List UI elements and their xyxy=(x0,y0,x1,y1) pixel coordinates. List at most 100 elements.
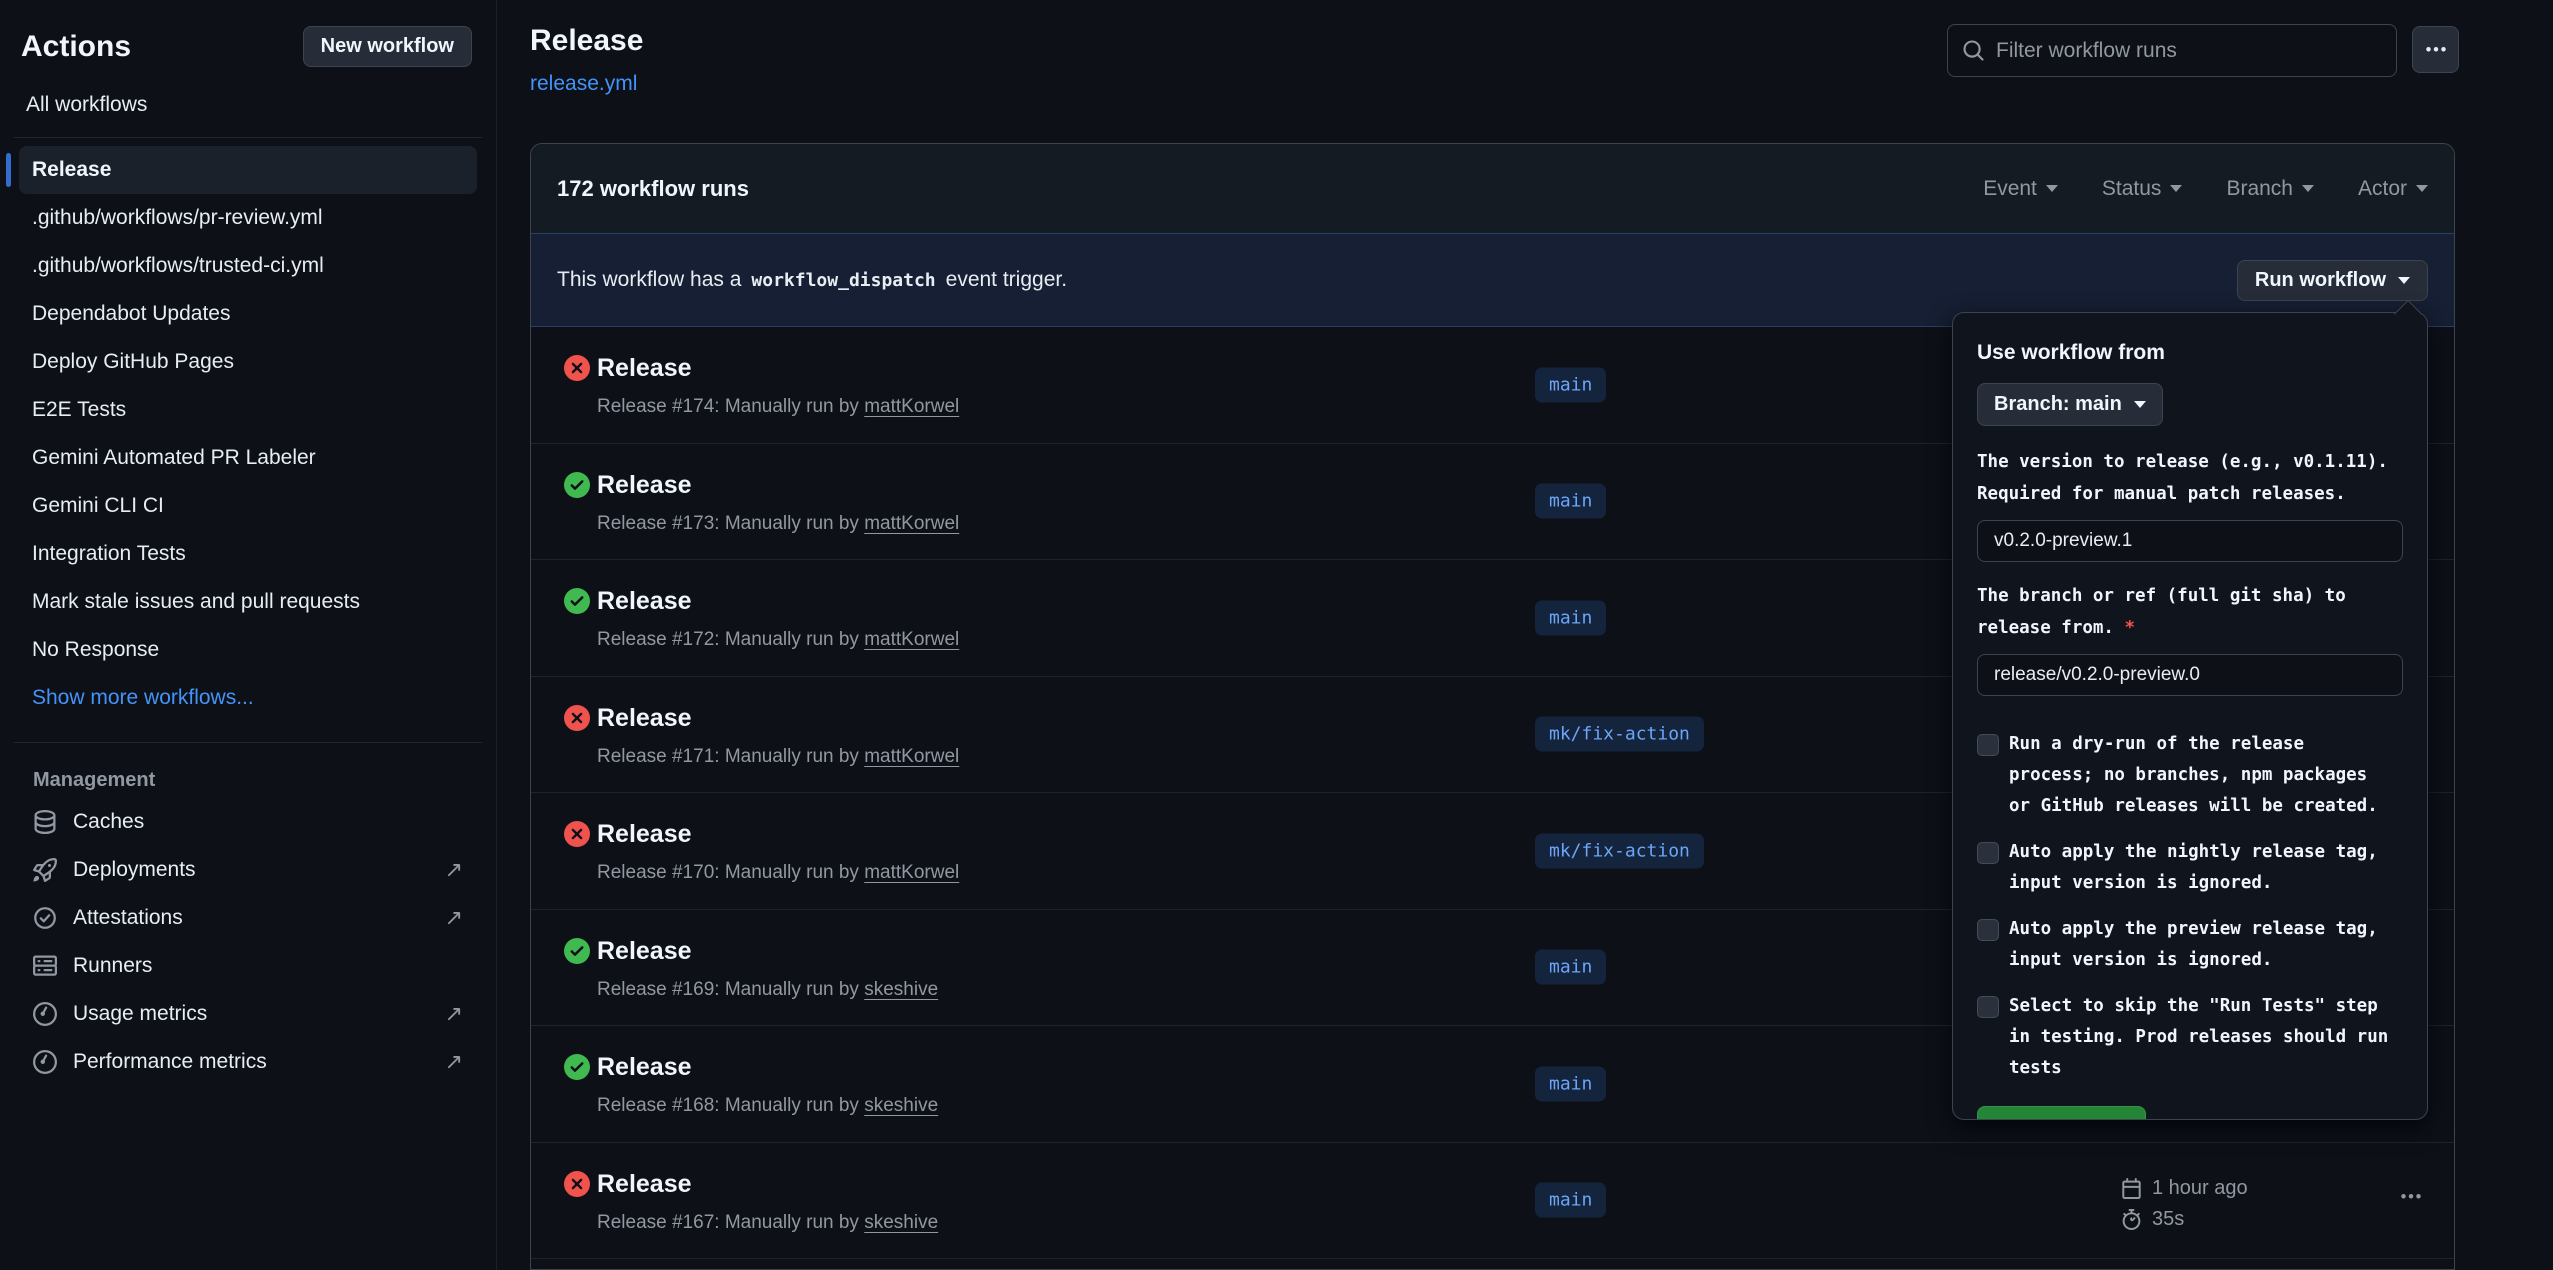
search-icon xyxy=(1962,39,1985,62)
sidebar-title: Actions xyxy=(21,30,131,64)
runs-filters: Event Status Branch Actor xyxy=(1983,177,2428,201)
chevron-down-icon xyxy=(2046,185,2058,192)
sidebar-item-e2e-tests[interactable]: E2E Tests xyxy=(19,386,477,434)
chevron-down-icon xyxy=(2416,185,2428,192)
branch-badge[interactable]: main xyxy=(1535,600,1606,635)
sidebar-item-usage-metrics[interactable]: Usage metrics ↗ xyxy=(19,990,477,1038)
sidebar-item-no-response[interactable]: No Response xyxy=(19,626,477,674)
version-input[interactable] xyxy=(1977,520,2403,562)
event-trigger-code: workflow_dispatch xyxy=(751,270,935,291)
sidebar-item-integration-tests[interactable]: Integration Tests xyxy=(19,530,477,578)
nightly-tag-checkbox-row: Auto apply the nightly release tag, inpu… xyxy=(1977,837,2403,899)
sidebar-item-caches[interactable]: Caches xyxy=(19,798,477,846)
run-description: Release #173: Manually run by mattKorwel xyxy=(597,513,959,535)
check-circle-icon xyxy=(564,938,590,964)
run-meta: 1 hour ago 35s xyxy=(2121,1173,2248,1235)
sidebar-item-trusted-ci[interactable]: .github/workflows/trusted-ci.yml xyxy=(19,242,477,290)
sidebar-item-all-workflows[interactable]: All workflows xyxy=(26,93,475,117)
status-filter-dropdown[interactable]: Status xyxy=(2102,177,2183,201)
filter-runs-search[interactable] xyxy=(1947,24,2397,77)
sidebar-item-pr-review[interactable]: .github/workflows/pr-review.yml xyxy=(19,194,477,242)
kebab-icon xyxy=(2399,1185,2423,1209)
skip-tests-checkbox-row: Select to skip the "Run Tests" step in t… xyxy=(1977,991,2403,1084)
ref-input[interactable] xyxy=(1977,654,2403,696)
verified-icon xyxy=(33,906,57,930)
run-title[interactable]: Release xyxy=(597,1170,692,1199)
branch-badge[interactable]: main xyxy=(1535,367,1606,402)
chevron-down-icon xyxy=(2302,185,2314,192)
management-list: Caches Deployments ↗ Attestations ↗ Runn… xyxy=(0,798,496,1086)
run-title[interactable]: Release xyxy=(597,471,692,500)
run-workflow-toggle-button[interactable]: Run workflow xyxy=(2237,260,2428,301)
actor-link[interactable]: mattKorwel xyxy=(864,513,959,534)
actor-link[interactable]: mattKorwel xyxy=(864,746,959,767)
run-title[interactable]: Release xyxy=(597,704,692,733)
skip-tests-checkbox[interactable] xyxy=(1977,996,1999,1018)
sidebar-item-label: Deployments xyxy=(73,857,196,883)
workflow-list: Release .github/workflows/pr-review.yml … xyxy=(0,146,496,722)
required-asterisk: * xyxy=(2125,618,2136,638)
sidebar-item-gemini-cli-ci[interactable]: Gemini CLI CI xyxy=(19,482,477,530)
branch-badge[interactable]: main xyxy=(1535,1066,1606,1101)
sidebar-item-release[interactable]: Release xyxy=(19,146,477,194)
meter-icon xyxy=(33,1050,57,1074)
run-title[interactable]: Release xyxy=(597,820,692,849)
x-circle-icon xyxy=(564,1171,590,1197)
run-title[interactable]: Release xyxy=(597,587,692,616)
sidebar-item-mark-stale[interactable]: Mark stale issues and pull requests xyxy=(19,578,477,626)
actor-link[interactable]: skeshive xyxy=(864,1212,938,1233)
actor-link[interactable]: mattKorwel xyxy=(864,862,959,883)
actor-link[interactable]: mattKorwel xyxy=(864,396,959,417)
database-icon xyxy=(33,810,57,834)
preview-tag-checkbox[interactable] xyxy=(1977,919,1999,941)
sidebar-item-attestations[interactable]: Attestations ↗ xyxy=(19,894,477,942)
event-filter-dropdown[interactable]: Event xyxy=(1983,177,2058,201)
run-description: Release #169: Manually run by skeshive xyxy=(597,979,938,1001)
run-description: Release #167: Manually run by skeshive xyxy=(597,1212,938,1234)
run-title[interactable]: Release xyxy=(597,354,692,383)
nightly-tag-checkbox[interactable] xyxy=(1977,842,1999,864)
branch-badge[interactable]: main xyxy=(1535,950,1606,985)
sidebar-item-gemini-pr-labeler[interactable]: Gemini Automated PR Labeler xyxy=(19,434,477,482)
actor-filter-dropdown[interactable]: Actor xyxy=(2358,177,2428,201)
branch-badge[interactable]: mk/fix-action xyxy=(1535,717,1704,752)
actor-link[interactable]: skeshive xyxy=(864,1095,938,1116)
stopwatch-icon xyxy=(2121,1209,2142,1230)
page-kebab-button[interactable] xyxy=(2412,26,2459,73)
run-title[interactable]: Release xyxy=(597,1053,692,1082)
runs-count: 172 workflow runs xyxy=(557,176,749,202)
chevron-down-icon xyxy=(2170,185,2182,192)
sidebar-item-runners[interactable]: Runners xyxy=(19,942,477,990)
show-more-workflows-link[interactable]: Show more workflows... xyxy=(19,674,477,722)
branch-badge[interactable]: mk/fix-action xyxy=(1535,833,1704,868)
check-circle-icon xyxy=(564,472,590,498)
search-input[interactable] xyxy=(1996,39,2382,63)
external-link-icon: ↗ xyxy=(445,907,463,929)
external-link-icon: ↗ xyxy=(445,859,463,881)
dry-run-checkbox[interactable] xyxy=(1977,734,1999,756)
check-circle-icon xyxy=(564,1054,590,1080)
run-description: Release #170: Manually run by mattKorwel xyxy=(597,862,959,884)
branch-badge[interactable]: main xyxy=(1535,484,1606,519)
sidebar-item-dependabot-updates[interactable]: Dependabot Updates xyxy=(19,290,477,338)
management-section-label: Management xyxy=(33,769,463,792)
branch-filter-dropdown[interactable]: Branch xyxy=(2226,177,2314,201)
run-row-167[interactable]: Release Release #167: Manually run by sk… xyxy=(531,1143,2454,1260)
sidebar-divider xyxy=(14,742,482,743)
branch-select-button[interactable]: Branch: main xyxy=(1977,383,2163,426)
run-title[interactable]: Release xyxy=(597,937,692,966)
page-title: Release xyxy=(530,24,643,58)
sidebar-item-performance-metrics[interactable]: Performance metrics ↗ xyxy=(19,1038,477,1086)
run-kebab-button[interactable] xyxy=(2399,1185,2423,1214)
branch-badge[interactable]: main xyxy=(1535,1183,1606,1218)
kebab-icon xyxy=(2424,38,2448,62)
run-workflow-submit-button[interactable]: Run workflow xyxy=(1977,1106,2146,1120)
run-description: Release #168: Manually run by skeshive xyxy=(597,1095,938,1117)
sidebar-item-deploy-github-pages[interactable]: Deploy GitHub Pages xyxy=(19,338,477,386)
external-link-icon: ↗ xyxy=(445,1003,463,1025)
workflow-file-link[interactable]: release.yml xyxy=(530,72,637,96)
new-workflow-button[interactable]: New workflow xyxy=(303,26,472,67)
sidebar-item-deployments[interactable]: Deployments ↗ xyxy=(19,846,477,894)
actor-link[interactable]: mattKorwel xyxy=(864,629,959,650)
actor-link[interactable]: skeshive xyxy=(864,979,938,1000)
